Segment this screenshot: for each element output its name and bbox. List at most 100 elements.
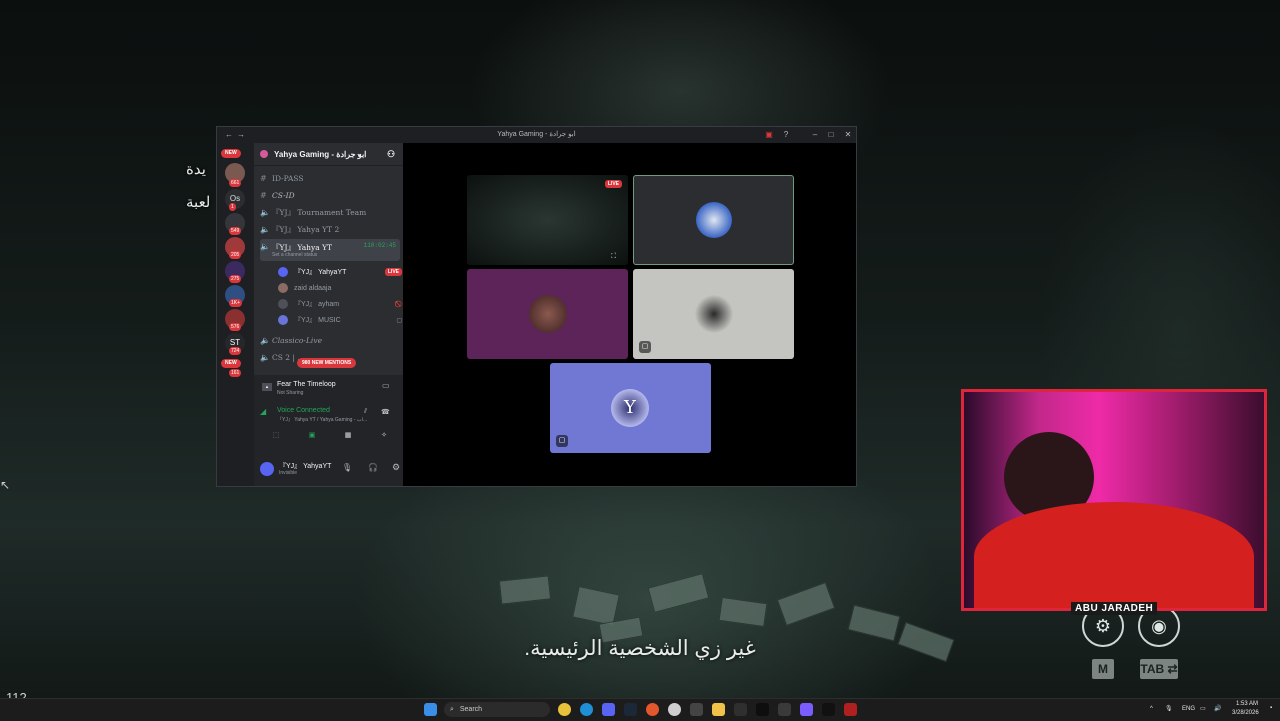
new-mentions-badge[interactable]: 980 NEW MENTIONS <box>297 358 357 368</box>
gear-icon[interactable]: ⚙ <box>392 462 400 473</box>
discord-taskbar-icon[interactable] <box>602 703 615 716</box>
close-button[interactable]: ✕ <box>842 129 854 141</box>
hash-icon: # <box>260 191 267 200</box>
share-screen-icon[interactable]: ▭ <box>382 381 390 390</box>
voice-member[interactable]: 『YJ』 YahyaYT LIVE <box>278 265 402 279</box>
voice-channel-tournament[interactable]: 🔈 『YJ』 Tournament Team <box>260 205 400 220</box>
maximize-button[interactable]: □ <box>825 129 837 141</box>
streaming-icon: ▢ <box>556 435 568 447</box>
tray-chevron-icon[interactable]: ^ <box>1150 706 1153 712</box>
channel-cs-id[interactable]: # CS-ID <box>260 188 400 203</box>
voice-timer: 110:02:45 <box>363 242 396 249</box>
fullscreen-icon[interactable]: ⛶ <box>611 253 616 261</box>
search-box[interactable]: ⌕ Search <box>444 702 550 717</box>
file-explorer-icon[interactable] <box>712 703 725 716</box>
network-icon[interactable]: ▭ <box>1200 705 1206 712</box>
channel-status[interactable]: Set a channel status <box>272 252 317 258</box>
soundboard-icon[interactable]: ✧ <box>368 431 400 443</box>
app-icon[interactable] <box>646 703 659 716</box>
language-indicator[interactable]: ENG <box>1182 706 1195 712</box>
game-side-text: لعبة <box>186 194 211 211</box>
muted-icon: 🚫 <box>394 301 402 308</box>
window-titlebar[interactable]: ← → Yahya Gaming - ابو جرادة ▣ ? – □ ✕ <box>217 127 856 143</box>
participant-tile[interactable]: ▢ <box>633 269 794 359</box>
noise-suppression-icon[interactable]: ⫽ <box>364 408 367 416</box>
mouse-cursor-icon: ↖ <box>0 478 11 492</box>
voice-channel-path[interactable]: 『YJ』 Yahya YT / Yahya Gaming - اب... <box>277 416 367 423</box>
mention-count: 275 <box>229 275 242 283</box>
tab-key: TAB ⇄ <box>1140 659 1178 679</box>
avatar <box>278 267 288 277</box>
avatar <box>278 283 288 293</box>
voice-member[interactable]: 『YJ』 ayham 🚫 <box>278 297 402 311</box>
voice-channel-classico[interactable]: 🔈 Classico-Live <box>260 333 400 348</box>
app-icon[interactable] <box>690 703 703 716</box>
webcam-name-tag: ABU JARADEH <box>1071 602 1158 615</box>
search-icon: ⌕ <box>450 706 454 713</box>
server-avatar-icon <box>260 150 268 158</box>
participant-tile[interactable] <box>633 175 794 265</box>
mention-count: 1K+ <box>229 299 243 307</box>
camera-icon[interactable]: ⬚ <box>260 431 292 443</box>
volume-icon[interactable]: 🔊 <box>1214 705 1221 712</box>
channel-id-pass[interactable]: # ID-PASS <box>260 171 400 186</box>
inbox-icon[interactable]: ▣ <box>763 129 775 141</box>
user-status: Invisible <box>279 470 298 476</box>
streaming-icon: ▢ <box>639 341 651 353</box>
streamer-shirt <box>974 502 1254 608</box>
start-icon[interactable] <box>424 703 437 716</box>
help-icon[interactable]: ? <box>780 129 792 141</box>
speaker-icon: 🔈 <box>260 242 270 251</box>
avatar <box>529 295 567 333</box>
speaker-icon: 🔈 <box>260 208 270 217</box>
chevron-down-icon[interactable]: ⌄ <box>356 149 363 158</box>
screen-share-icon[interactable]: ▣ <box>296 431 328 443</box>
steam-taskbar-icon[interactable] <box>624 703 637 716</box>
clock-date[interactable]: 3/28/2026 <box>1232 710 1259 716</box>
avatar <box>278 315 288 325</box>
signal-icon: ◢ <box>260 407 267 416</box>
voice-channel-yahya-yt[interactable]: 🔈 『YJ』 Yahya YT 110:02:45 Set a channel … <box>260 239 400 261</box>
mention-count: 661 <box>229 179 242 187</box>
app-icon[interactable] <box>756 703 769 716</box>
mention-count: 549 <box>229 227 242 235</box>
app-icon[interactable] <box>822 703 835 716</box>
obs-icon[interactable] <box>668 703 681 716</box>
edge-icon[interactable] <box>580 703 593 716</box>
speaker-icon: 🔈 <box>260 336 270 345</box>
notification-icon[interactable]: ▪ <box>1270 705 1272 711</box>
app-icon[interactable] <box>844 703 857 716</box>
voice-channel-yahya-yt-2[interactable]: 🔈 『YJ』 Yahya YT 2 <box>260 222 400 237</box>
activities-icon[interactable]: ▦ <box>332 431 364 443</box>
server-name: Yahya Gaming - ابو جرادة <box>274 150 367 159</box>
voice-member[interactable]: zaid aldaaja <box>278 281 402 295</box>
store-icon[interactable] <box>734 703 747 716</box>
minimize-button[interactable]: – <box>809 129 821 141</box>
participant-tile[interactable] <box>467 269 628 359</box>
stream-tile[interactable]: LIVE ⛶ <box>467 175 628 265</box>
app-icon[interactable] <box>800 703 813 716</box>
headphones-icon[interactable]: 🎧 <box>368 463 378 472</box>
avatar[interactable] <box>260 462 274 476</box>
participant-tile[interactable]: Y ▢ <box>550 363 711 453</box>
add-member-icon[interactable]: ⚇ <box>387 149 395 160</box>
mention-count: 576 <box>229 323 242 331</box>
hash-icon: # <box>260 174 267 183</box>
streaming-icon: ▢ <box>396 317 402 324</box>
microphone-tray-icon[interactable]: 🎙 <box>1165 705 1173 712</box>
chrome-icon[interactable] <box>558 703 571 716</box>
disconnect-icon[interactable]: ☎ <box>381 408 390 416</box>
avatar <box>695 295 733 333</box>
app-icon[interactable] <box>778 703 791 716</box>
discord-window[interactable]: ← → Yahya Gaming - ابو جرادة ▣ ? – □ ✕ N… <box>216 126 857 487</box>
server-header[interactable]: Yahya Gaming - ابو جرادة ⌄ ⚇ <box>254 143 403 166</box>
microphone-icon[interactable]: 🎙 <box>342 463 352 472</box>
voice-member[interactable]: 『YJ』 MUSIC ▢ <box>278 313 402 327</box>
server-list: NEW 661 Os 1 549 205 275 1K+ 576 ST 724 … <box>217 143 254 486</box>
voice-stage: LIVE ⛶ ▢ Y ▢ <box>403 143 856 486</box>
mention-count: 724 <box>229 347 242 355</box>
avatar <box>696 202 732 238</box>
clock-time[interactable]: 1:53 AM <box>1236 701 1258 707</box>
taskbar: ⌕ Search ^ 🎙 ENG ▭ 🔊 1:53 AM 3/28/2026 ▪ <box>0 698 1280 721</box>
new-badge: NEW <box>221 149 241 158</box>
